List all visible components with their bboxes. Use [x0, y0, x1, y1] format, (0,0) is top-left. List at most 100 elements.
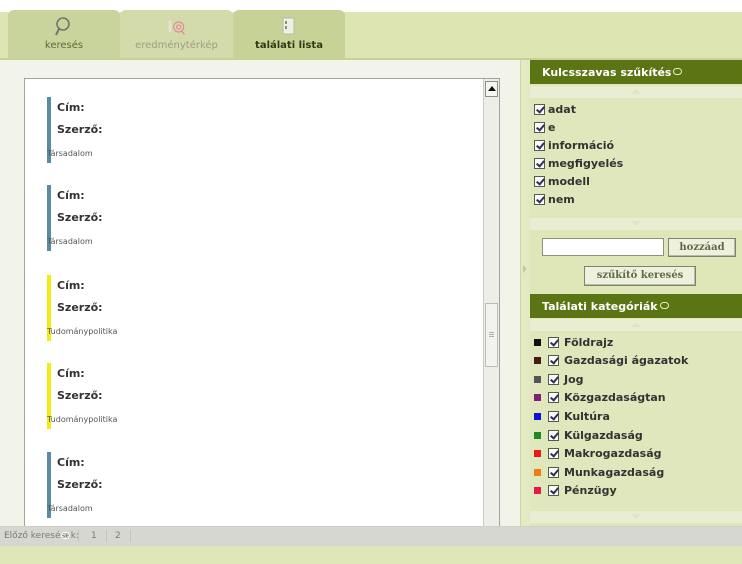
- arrow-down-icon: [631, 221, 641, 226]
- category-color-swatch: [534, 413, 541, 420]
- top-tab-bar: keresés eredménytérkép találati lista: [0, 0, 742, 60]
- results-scrollbar[interactable]: [483, 79, 499, 564]
- keyword-checkbox[interactable]: [534, 140, 545, 151]
- scroll-thumb[interactable]: [485, 303, 498, 367]
- keyword-checkbox[interactable]: [534, 176, 545, 187]
- keyword-checkbox[interactable]: [534, 158, 545, 169]
- arrow-down-icon: [631, 514, 641, 519]
- grip-line: [489, 336, 494, 337]
- result-item[interactable]: Cím: Szerző: Társadalom: [47, 97, 447, 163]
- keyword-label: információ: [548, 139, 615, 152]
- keyword-input[interactable]: [542, 238, 664, 256]
- target-map-icon: [168, 20, 185, 35]
- result-author-label: Szerző:: [57, 301, 103, 314]
- result-category: Tudománypolitika: [47, 327, 118, 336]
- category-color-swatch: [534, 394, 541, 401]
- result-author-label: Szerző:: [57, 389, 103, 402]
- keywords-scroll-down[interactable]: [530, 218, 742, 230]
- result-item[interactable]: Cím: Szerző: Társadalom: [47, 452, 447, 518]
- tab-result-list[interactable]: találati lista: [233, 10, 345, 58]
- category-color-swatch: [534, 450, 541, 457]
- results-area: Cím: Szerző: Társadalom Cím: Szerző: Tár…: [0, 60, 520, 564]
- categories-panel-header: Találati kategóriák: [530, 294, 742, 318]
- tab-search[interactable]: keresés: [8, 10, 120, 58]
- result-title-label: Cím:: [57, 279, 85, 292]
- help-bubble-icon[interactable]: [61, 532, 70, 539]
- document-list-icon: [282, 17, 295, 35]
- result-item[interactable]: Cím: Szerző: Tudománypolitika: [47, 275, 447, 341]
- keywords-scroll-up[interactable]: [530, 86, 742, 98]
- result-title-label: Cím:: [57, 367, 85, 380]
- category-label: Gazdasági ágazatok: [564, 354, 689, 367]
- category-checkbox[interactable]: [548, 485, 559, 496]
- category-color-swatch: [534, 357, 541, 364]
- result-title-label: Cím:: [57, 189, 85, 202]
- keyword-label: e: [548, 121, 556, 134]
- help-bubble-icon[interactable]: [659, 302, 669, 309]
- category-label: Jog: [564, 373, 584, 386]
- keywords-panel-title: Kulcsszavas szűkítés: [542, 66, 672, 79]
- category-checkbox[interactable]: [548, 337, 559, 348]
- panel-divider[interactable]: [520, 60, 530, 526]
- tab-result-map[interactable]: eredménytérkép: [120, 10, 233, 58]
- results-list[interactable]: Cím: Szerző: Társadalom Cím: Szerző: Tár…: [24, 78, 500, 564]
- category-color-swatch: [534, 487, 541, 494]
- previous-search-page-link[interactable]: 1: [91, 531, 97, 541]
- help-bubble-icon[interactable]: [673, 68, 683, 75]
- right-panel: Kulcsszavas szűkítés adat e információ m…: [530, 60, 742, 526]
- category-label: Pénzügy: [564, 484, 617, 497]
- keyword-checkbox[interactable]: [534, 104, 545, 115]
- collapse-arrow-icon: [523, 265, 527, 273]
- result-category: Társadalom: [47, 504, 93, 513]
- result-author-label: Szerző:: [57, 211, 103, 224]
- result-title-label: Cím:: [57, 456, 85, 469]
- keyword-label: megfigyelés: [548, 157, 624, 170]
- result-item[interactable]: Cím: Szerző: Tudománypolitika: [47, 363, 447, 429]
- previous-search-page-link[interactable]: 2: [115, 531, 121, 541]
- magnifier-icon: [55, 17, 70, 36]
- arrow-up-icon: [488, 86, 496, 91]
- result-category: Tudománypolitika: [47, 415, 118, 424]
- scroll-up-button[interactable]: [485, 81, 498, 97]
- previous-searches-bar: Előző keresések: 1 2: [0, 526, 742, 546]
- keyword-label: modell: [548, 175, 590, 188]
- tab-search-label: keresés: [44, 40, 84, 51]
- categories-list: Földrajz Gazdasági ágazatok Jog Közgazda…: [530, 333, 742, 511]
- category-checkbox[interactable]: [548, 392, 559, 403]
- tab-result-map-label: eredménytérkép: [135, 40, 218, 51]
- result-category: Társadalom: [47, 237, 93, 246]
- category-checkbox[interactable]: [548, 374, 559, 385]
- keyword-checkbox[interactable]: [534, 122, 545, 133]
- keyword-label: adat: [548, 103, 576, 116]
- footer-strip: [0, 546, 742, 564]
- category-color-swatch: [534, 376, 541, 383]
- separator: [78, 530, 79, 542]
- category-checkbox[interactable]: [548, 411, 559, 422]
- arrow-up-icon: [631, 322, 641, 327]
- category-label: Makrogazdaság: [564, 447, 662, 460]
- category-label: Külgazdaság: [564, 429, 643, 442]
- category-label: Munkagazdaság: [564, 466, 665, 479]
- category-checkbox[interactable]: [548, 430, 559, 441]
- tab-result-list-label: találati lista: [255, 40, 323, 51]
- result-author-label: Szerző:: [57, 478, 103, 491]
- result-author-label: Szerző:: [57, 123, 103, 136]
- categories-scroll-up[interactable]: [530, 319, 742, 331]
- category-checkbox[interactable]: [548, 467, 559, 478]
- arrow-up-icon: [631, 89, 641, 94]
- add-keyword-button[interactable]: hozzáad: [668, 238, 736, 257]
- categories-scroll-down[interactable]: [530, 511, 742, 523]
- keywords-panel-header: Kulcsszavas szűkítés: [530, 60, 742, 84]
- result-item[interactable]: Cím: Szerző: Társadalom: [47, 185, 447, 251]
- result-title-label: Cím:: [57, 101, 85, 114]
- keywords-list: adat e információ megfigyelés modell nem: [530, 100, 742, 216]
- category-color-swatch: [534, 432, 541, 439]
- category-label: Földrajz: [564, 336, 614, 349]
- category-checkbox[interactable]: [548, 448, 559, 459]
- category-checkbox[interactable]: [548, 355, 559, 366]
- narrow-search-button[interactable]: szűkítő keresés: [584, 266, 696, 286]
- category-label: Közgazdaságtan: [564, 391, 666, 404]
- category-color-swatch: [534, 469, 541, 476]
- keyword-checkbox[interactable]: [534, 194, 545, 205]
- category-color-swatch: [534, 339, 541, 346]
